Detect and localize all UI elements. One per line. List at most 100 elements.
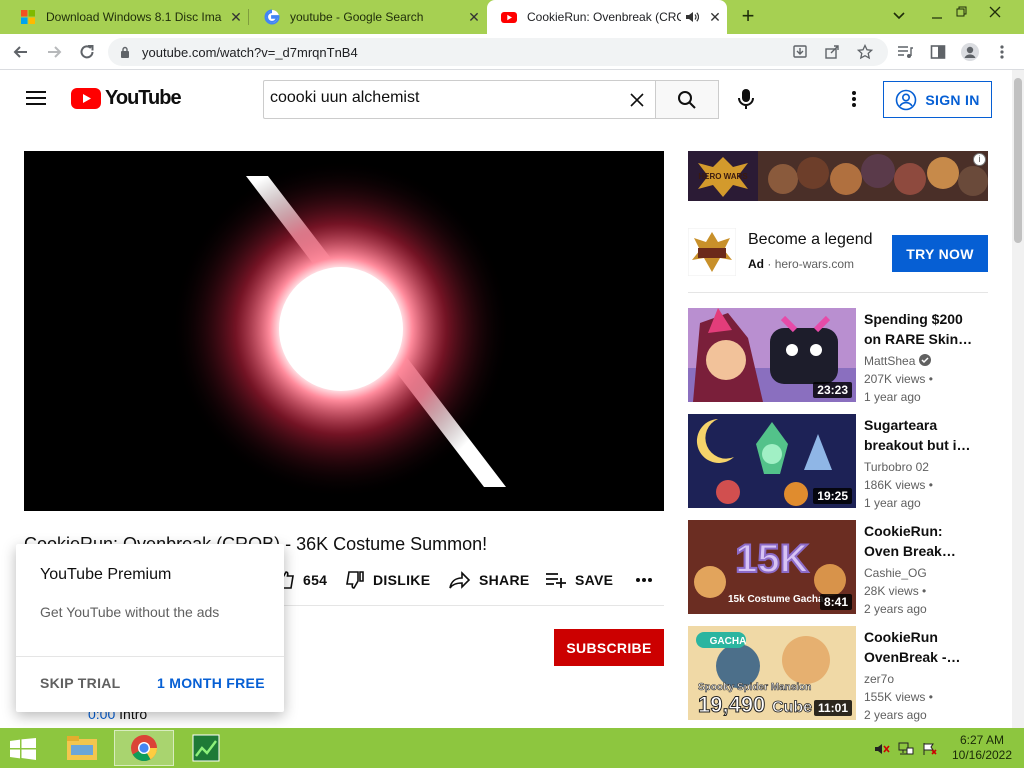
tab-title: CookieRun: Ovenbreak (CRO [527, 10, 681, 24]
hero-wars-logo-icon[interactable] [688, 228, 736, 276]
profile-avatar-icon[interactable] [960, 42, 980, 62]
close-tab-icon[interactable]: ✕ [224, 9, 248, 26]
minimize-icon[interactable] [930, 10, 944, 24]
channel-label: MattShea [864, 354, 916, 368]
page-scrollbar[interactable] [1012, 70, 1024, 728]
upload-age: 2 years ago [864, 602, 927, 616]
video-thumbnail[interactable]: 23:23 [688, 308, 856, 402]
title-line: CookieRun: [864, 523, 943, 539]
address-bar[interactable]: youtube.com/watch?v=_d7mrqnTnB4 [108, 38, 888, 66]
share-button[interactable]: SHARE [449, 570, 530, 590]
reload-icon[interactable] [78, 43, 96, 61]
tab-windows-download[interactable]: Download Windows 8.1 Disc Ima ✕ [6, 0, 248, 34]
view-count: 155K views • [864, 690, 933, 704]
video-thumbnail[interactable]: 15K 15k Costume Gacha 8:41 [688, 520, 856, 614]
file-explorer-taskbar-button[interactable] [52, 730, 112, 766]
network-icon[interactable] [898, 742, 914, 756]
sign-in-button[interactable]: SIGN IN [883, 81, 992, 118]
subscribe-button[interactable]: SUBSCRIBE [554, 629, 664, 666]
forward-arrow-icon[interactable] [45, 43, 63, 61]
view-count: 186K views • [864, 478, 933, 492]
clock-date: 10/16/2022 [951, 748, 1013, 762]
tab-title: youtube - Google Search [290, 10, 424, 24]
tab-google-search[interactable]: youtube - Google Search ✕ [250, 0, 486, 34]
media-controls-icon[interactable] [897, 44, 913, 60]
system-clock[interactable]: 6:27 AM 10/16/2022 [948, 733, 1016, 763]
tab-title: Download Windows 8.1 Disc Ima [46, 10, 222, 24]
thumbnail-tag: GACHA [710, 636, 747, 647]
youtube-premium-popup: YouTube Premium Get YouTube without the … [16, 544, 284, 712]
bookmark-star-icon[interactable] [857, 44, 873, 60]
youtube-header: YouTube SIGN IN [0, 70, 1024, 128]
new-tab-button[interactable]: + [736, 5, 760, 28]
channel-name[interactable]: zer7o [864, 670, 894, 688]
more-actions-icon[interactable] [635, 577, 653, 583]
divider [16, 656, 284, 657]
ad-info-icon[interactable]: i [973, 153, 986, 166]
upload-age: 1 year ago [864, 390, 921, 404]
save-label: SAVE [575, 572, 614, 588]
title-line: Oven Break… [864, 543, 956, 559]
task-manager-taskbar-button[interactable] [176, 730, 236, 766]
ad-try-now-button[interactable]: TRY NOW [892, 235, 988, 272]
settings-more-icon[interactable] [850, 90, 858, 108]
video-thumbnail[interactable]: GACHA Spooky Spider Mansion 19,490 Cube … [688, 626, 856, 720]
share-page-icon[interactable] [824, 44, 840, 60]
ad-meta: Ad · hero-wars.com [748, 257, 854, 271]
video-thumbnail[interactable]: 19:25 [688, 414, 856, 508]
file-explorer-icon [67, 736, 97, 760]
hamburger-menu-icon[interactable] [26, 90, 46, 106]
audio-playing-icon[interactable] [685, 11, 699, 23]
tab-youtube-active[interactable]: CookieRun: Ovenbreak (CRO ✕ [487, 0, 727, 34]
duration-badge: 11:01 [813, 700, 852, 716]
tab-search-chevron-down-icon[interactable] [892, 11, 906, 21]
scrollbar-thumb[interactable] [1014, 78, 1022, 243]
ad-banner-image[interactable]: HERO WARS i [688, 151, 988, 201]
close-window-icon[interactable] [988, 5, 1002, 19]
youtube-icon [501, 12, 517, 23]
browser-toolbar: youtube.com/watch?v=_d7mrqnTnB4 [0, 34, 1024, 70]
title-line: OvenBreak -… [864, 649, 961, 665]
title-line: breakout but i… [864, 437, 971, 453]
title-line: on RARE Skin… [864, 331, 973, 347]
chrome-icon [131, 734, 158, 762]
channel-name[interactable]: Cashie_OG [864, 564, 927, 582]
close-tab-icon[interactable]: ✕ [703, 9, 727, 26]
recommendation-item[interactable]: 15K 15k Costume Gacha 8:41 CookieRun: Ove… [688, 520, 988, 616]
task-manager-icon [192, 734, 220, 762]
youtube-logo[interactable]: YouTube [71, 87, 182, 110]
browser-menu-icon[interactable] [998, 44, 1006, 60]
search-button[interactable] [655, 80, 719, 119]
recommendation-item[interactable]: GACHA Spooky Spider Mansion 19,490 Cube … [688, 626, 988, 722]
view-count: 207K views • [864, 372, 933, 386]
recommendation-item[interactable]: 19:25 Sugarteara breakout but i… Turbobro… [688, 414, 988, 510]
one-month-free-button[interactable]: 1 MONTH FREE [157, 675, 265, 691]
thumbnail-unit: Cube [772, 699, 812, 716]
close-tab-icon[interactable]: ✕ [462, 9, 486, 26]
youtube-play-logo-icon [71, 88, 101, 109]
ad-headline[interactable]: Become a legend [748, 231, 873, 249]
video-player[interactable] [24, 151, 664, 511]
skip-trial-button[interactable]: SKIP TRIAL [40, 675, 121, 691]
share-arrow-icon [449, 571, 471, 589]
clear-search-icon[interactable] [630, 93, 644, 107]
channel-name[interactable]: MattShea [864, 352, 931, 370]
windows-start-icon[interactable] [10, 738, 36, 760]
recommendation-title: CookieRun OvenBreak -… [864, 627, 976, 667]
restore-icon[interactable] [955, 5, 969, 19]
action-center-flag-icon[interactable] [922, 742, 938, 756]
back-arrow-icon[interactable] [12, 43, 30, 61]
lock-icon[interactable] [120, 46, 130, 58]
side-panel-icon[interactable] [930, 44, 946, 60]
voice-search-microphone-icon[interactable] [738, 88, 754, 110]
volume-muted-icon[interactable] [874, 742, 890, 756]
search-input[interactable] [270, 89, 610, 107]
channel-name[interactable]: Turbobro 02 [864, 458, 929, 476]
chrome-taskbar-button[interactable] [114, 730, 174, 766]
dislike-button[interactable]: DISLIKE [345, 570, 430, 590]
duration-badge: 19:25 [813, 488, 852, 504]
save-button[interactable]: SAVE [545, 570, 613, 590]
install-app-icon[interactable] [792, 44, 808, 60]
search-box[interactable] [263, 80, 656, 119]
recommendation-item[interactable]: 23:23 Spending $200 on RARE Skin… MattShe… [688, 308, 988, 404]
